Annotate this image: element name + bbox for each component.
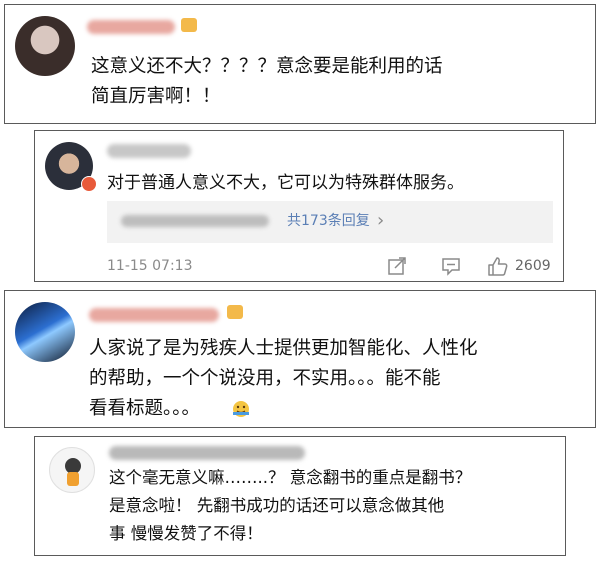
avatar[interactable]: [15, 16, 75, 76]
verified-badge-icon: [81, 176, 97, 192]
username-blurred[interactable]: [107, 144, 191, 158]
avatar[interactable]: [15, 302, 75, 362]
comment-text-line: 是意念啦！ 先翻书成功的话还可以意念做其他: [109, 496, 445, 515]
comment-text-line: 这意义还不大？？？？意念要是能利用的话: [91, 56, 443, 77]
like-icon[interactable]: [487, 255, 509, 277]
comment-text-line: 看看标题。。。: [89, 398, 201, 419]
username-blurred[interactable]: [87, 20, 175, 34]
comment-text-line: 事 慢慢发赞了不得！: [109, 524, 263, 543]
comment-card-4: 这个毫无意义嘛……..？ 意念翻书的重点是翻书？ 是意念啦！ 先翻书成功的话还可…: [34, 436, 566, 556]
comment-text-line: 这个毫无意义嘛……..？ 意念翻书的重点是翻书？: [109, 468, 472, 487]
comment-card-2: 对于普通人意义不大，它可以为特殊群体服务。 共173条回复 › 11-15 07…: [34, 130, 564, 282]
avatar[interactable]: [49, 447, 95, 493]
character-icon: [65, 458, 81, 486]
vip-badge-icon: [181, 18, 197, 32]
comment-card-3: 人家说了是为残疾人士提供更加智能化、人性化 的帮助，一个个说没用，不实用。。。能…: [4, 290, 596, 428]
like-count: 2609: [515, 258, 551, 274]
username-blurred[interactable]: [89, 308, 219, 322]
username-blurred[interactable]: [109, 446, 305, 460]
reply-summary-box[interactable]: 共173条回复 ›: [107, 201, 553, 243]
comment-text-line: 人家说了是为残疾人士提供更加智能化、人性化: [89, 338, 478, 359]
smiley-emoji-icon: [233, 401, 249, 417]
comment-text-line: 对于普通人意义不大，它可以为特殊群体服务。: [107, 173, 464, 193]
chevron-right-icon: ›: [377, 210, 385, 231]
timestamp: 11-15 07:13: [107, 258, 193, 274]
replier-names-blurred: [121, 215, 269, 227]
share-icon[interactable]: [387, 256, 407, 276]
comment-text-line: 简直厉害啊！！: [91, 86, 221, 107]
comment-icon[interactable]: [441, 256, 461, 276]
reply-count: 共173条回复: [287, 213, 370, 229]
comment-text-line: 的帮助，一个个说没用，不实用。。。能不能: [89, 368, 441, 389]
comment-card-1: 这意义还不大？？？？意念要是能利用的话 简直厉害啊！！: [4, 4, 596, 124]
vip-badge-icon: [227, 305, 243, 319]
